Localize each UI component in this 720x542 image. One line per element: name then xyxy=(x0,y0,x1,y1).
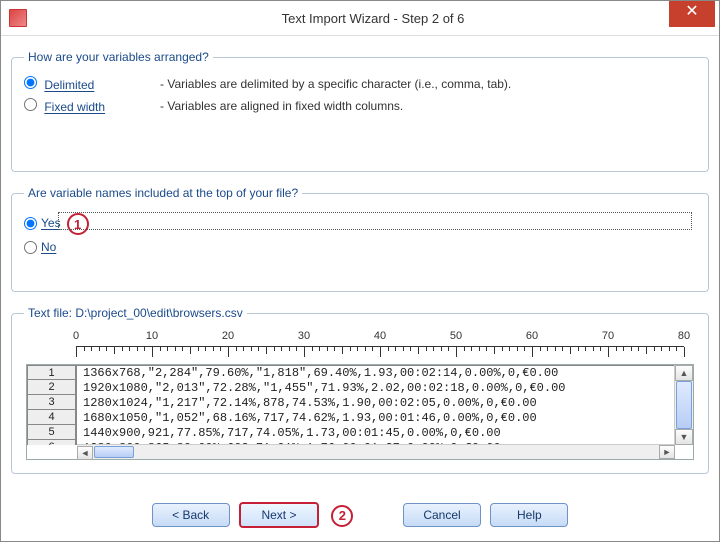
app-icon xyxy=(9,9,27,27)
preview-line: 1920x1080,"2,013",72.28%,"1,455",71.93%,… xyxy=(83,381,674,396)
arrangement-legend: How are your variables arranged? xyxy=(24,50,213,64)
scroll-down-icon[interactable]: ▼ xyxy=(675,429,693,445)
preview-group: Text file: D:\project_00\edit\browsers.c… xyxy=(11,306,709,474)
line-number: 4 xyxy=(27,410,76,425)
ruler-label: 20 xyxy=(222,330,234,342)
ruler-label: 10 xyxy=(146,330,158,342)
scroll-up-icon[interactable]: ▲ xyxy=(675,365,693,381)
ruler-label: 30 xyxy=(298,330,310,342)
horizontal-scroll-thumb[interactable] xyxy=(94,446,134,458)
line-number: 3 xyxy=(27,395,76,410)
varnames-legend: Are variable names included at the top o… xyxy=(24,186,302,200)
preview-line: 1680x1050,"1,052",68.16%,717,74.62%,1.93… xyxy=(83,411,674,426)
back-button[interactable]: < Back xyxy=(152,503,230,527)
ruler-label: 70 xyxy=(602,330,614,342)
focus-rectangle xyxy=(58,212,692,230)
line-number: 1 xyxy=(27,365,76,380)
preview-grid: 123456 1366x768,"2,284",79.60%,"1,818",6… xyxy=(26,364,694,460)
next-button[interactable]: Next > xyxy=(239,502,319,528)
line-number: 5 xyxy=(27,425,76,440)
no-radio[interactable] xyxy=(24,241,37,254)
fixed-width-radio[interactable] xyxy=(24,98,37,111)
scroll-left-icon[interactable]: ◄ xyxy=(77,446,93,460)
horizontal-scrollbar[interactable]: ◄ ► xyxy=(77,444,675,459)
delimited-label: Delimited xyxy=(44,78,94,92)
preview-line: 1440x900,921,77.85%,717,74.05%,1.73,00:0… xyxy=(83,426,674,441)
delimited-radio[interactable] xyxy=(24,76,37,89)
ruler-label: 60 xyxy=(526,330,538,342)
vertical-scroll-thumb[interactable] xyxy=(676,381,692,429)
window-title: Text Import Wizard - Step 2 of 6 xyxy=(27,11,719,26)
titlebar: Text Import Wizard - Step 2 of 6 ✕ xyxy=(1,1,719,36)
line-number: 2 xyxy=(27,380,76,395)
no-label: No xyxy=(41,240,56,254)
line-number-column: 123456 xyxy=(27,365,77,445)
preview-line: 1366x768,"2,284",79.60%,"1,818",69.40%,1… xyxy=(83,366,674,381)
close-button[interactable]: ✕ xyxy=(669,1,715,27)
preview-legend: Text file: D:\project_00\edit\browsers.c… xyxy=(24,306,247,320)
data-preview: 1366x768,"2,284",79.60%,"1,818",69.40%,1… xyxy=(77,365,675,445)
line-number: 6 xyxy=(27,440,76,445)
wizard-window: Text Import Wizard - Step 2 of 6 ✕ How a… xyxy=(0,0,720,542)
varnames-group: Are variable names included at the top o… xyxy=(11,186,709,292)
scroll-right-icon[interactable]: ► xyxy=(659,445,675,459)
fixed-width-desc: - Variables are aligned in fixed width c… xyxy=(160,99,403,113)
vertical-scrollbar[interactable]: ▲ ▼ xyxy=(674,365,693,445)
preview-line: 1280x1024,"1,217",72.14%,878,74.53%,1.90… xyxy=(83,396,674,411)
column-ruler: 01020304050607080 xyxy=(76,330,684,360)
yes-label: Yes xyxy=(41,216,61,230)
yes-radio[interactable] xyxy=(24,217,37,230)
ruler-label: 0 xyxy=(73,330,79,342)
arrangement-group: How are your variables arranged? Delimit… xyxy=(11,50,709,172)
delimited-desc: - Variables are delimited by a specific … xyxy=(160,77,511,91)
annotation-1: 1 xyxy=(67,213,89,235)
help-button[interactable]: Help xyxy=(490,503,568,527)
cancel-button[interactable]: Cancel xyxy=(403,503,481,527)
ruler-label: 50 xyxy=(450,330,462,342)
annotation-2: 2 xyxy=(331,505,353,527)
button-bar: < Back Next > 2 Cancel Help xyxy=(11,488,709,528)
ruler-label: 80 xyxy=(678,330,690,342)
fixed-width-label: Fixed width xyxy=(44,100,105,114)
ruler-label: 40 xyxy=(374,330,386,342)
